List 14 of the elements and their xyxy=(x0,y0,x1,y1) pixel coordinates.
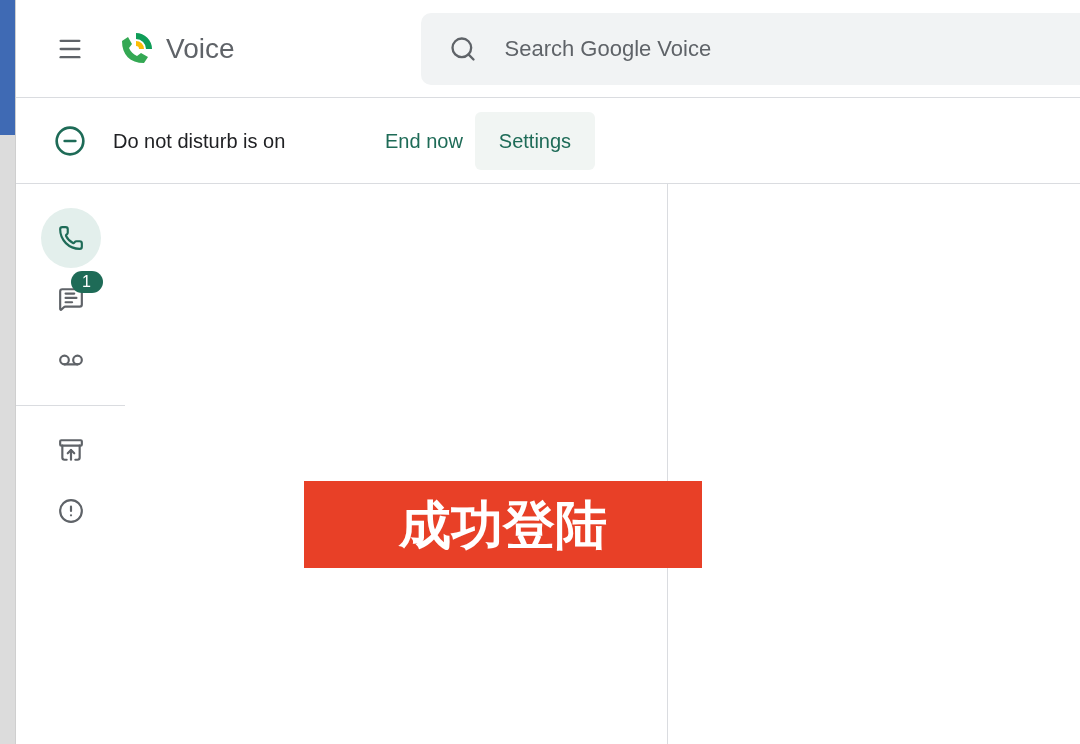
phone-icon xyxy=(57,225,84,251)
end-now-link[interactable]: End now xyxy=(373,111,475,170)
unread-badge: 1 xyxy=(70,271,103,293)
alert-icon xyxy=(57,498,84,524)
search-icon xyxy=(448,34,477,63)
message-icon xyxy=(57,286,84,312)
search-field[interactable]: Search Google Voice xyxy=(420,12,1080,85)
dnd-message: Do not disturb is on xyxy=(113,128,287,154)
app-name: Voice xyxy=(166,31,235,66)
archive-icon xyxy=(57,437,84,463)
settings-button[interactable]: Settings xyxy=(474,111,596,170)
do-not-disturb-icon xyxy=(54,124,86,157)
caption-banner: 成功登陆 xyxy=(304,481,702,568)
nav-item[interactable]: 1 xyxy=(40,269,101,329)
